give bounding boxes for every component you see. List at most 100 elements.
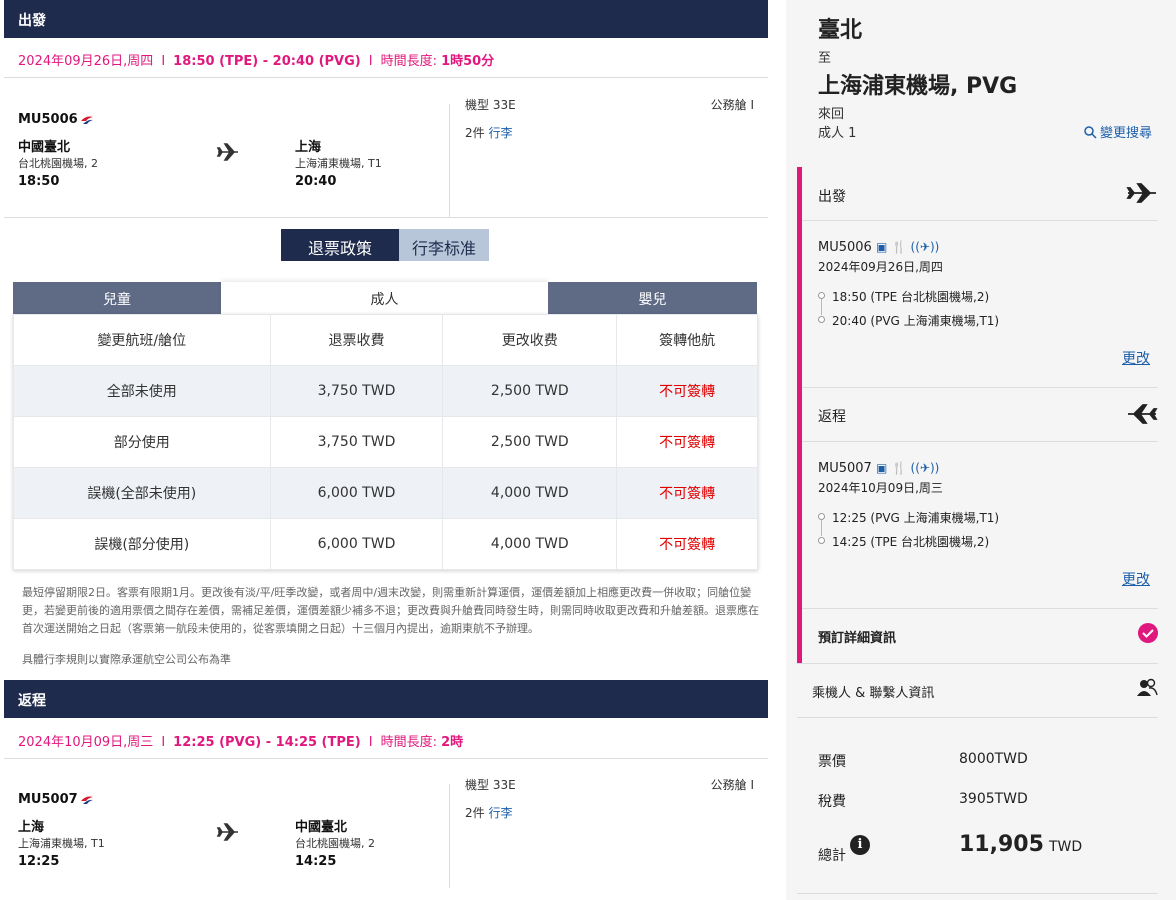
divider [449,784,450,888]
to-word: 至 [818,51,832,66]
inbound-from-city: 上海 [18,820,45,835]
timeline-dot [818,292,825,299]
outbound-section-header: 出發 [4,0,768,38]
cell-endorse: 不可簽轉 [616,365,758,417]
plane-icon [216,823,238,841]
summary-outbound-title: 出發 [818,189,846,205]
inbound-flight-card: MU5007 上海 上海浦東機場, T1 12:25 中國臺北 台北桃園機場, … [4,772,768,898]
summary-outbound-flight: MU5006 ▣ 🍴 ((✈)) [818,240,940,255]
cell-condition: 全部未使用 [13,365,271,417]
wifi-icon: ▣ [875,461,888,475]
airline-logo-icon [80,796,93,804]
timeline-line [821,520,822,536]
plane-depart-icon [1126,183,1156,203]
timeline-dot [818,513,825,520]
trip-type: 來回 [818,107,845,122]
booking-details-title[interactable]: 預訂詳細資訊 [818,627,896,646]
cell-refund-fee: 3,750 TWD [269,416,444,468]
outbound-dep-time: 18:50 [18,174,60,189]
outbound-summary-line: 2024年09月26日,周四 I 18:50 (TPE) - 20:40 (PVG)… [4,38,768,78]
cell-condition: 誤機(全部未使用) [13,467,271,519]
outbound-from-city: 中國臺北 [18,140,71,155]
cell-refund-fee: 3,750 TWD [269,365,444,417]
outbound-baggage-link[interactable]: 行李 [488,126,512,140]
outbound-flight-number: MU5006 [18,112,94,127]
outbound-date: 2024年09月26日,周四 [18,54,154,69]
cell-change-fee: 2,500 TWD [442,365,618,417]
divider [797,663,1158,664]
flight-details-panel: 出發 2024年09月26日,周四 I 18:50 (TPE) - 20:40 (P… [0,0,772,900]
total-currency: TWD [1049,839,1083,855]
outbound-from-airport: 台北桃園機場, 2 [18,157,98,170]
summary-inbound-dep: 12:25 (PVG 上海浦東機場,T1) [832,511,1000,525]
summary-outbound-arr: 20:40 (PVG 上海浦東機場,T1) [832,314,1000,328]
users-icon [1137,678,1158,696]
tab-infant[interactable]: 嬰兒 [548,282,757,314]
policy-note: 最短停留期限2日。客票有限期1月。更改後有淡/平/旺季改變，或者周中/週末改變，… [22,586,759,635]
col-header-change: 變更航班/艙位 [13,314,271,366]
info-icon[interactable]: i [850,835,870,855]
col-header-change-fee: 更改收费 [442,314,618,366]
inbound-cabin: 公務艙 I [710,778,754,792]
table-row: 誤機(部分使用) 6,000 TWD 4,000 TWD 不可簽轉 [13,518,758,570]
divider [802,608,1158,609]
tax-label: 稅費 [818,794,846,810]
total-label: 總計 [818,848,846,864]
tab-child[interactable]: 兒童 [13,282,221,314]
inbound-duration-label: 時間長度: [380,735,437,750]
outbound-duration: 1時50分 [441,54,495,69]
divider [802,220,1158,221]
passenger-info-title[interactable]: 乘機人 & 聯繫人資訊 [812,682,934,701]
outbound-baggage: 2件 行李 [465,126,513,140]
inbound-time-range: 12:25 (PVG) - 14:25 (TPE) [173,735,361,750]
divider [802,387,1158,388]
cell-endorse: 不可簽轉 [616,518,758,570]
summary-inbound-title: 返程 [818,409,846,425]
tax-value: 3905TWD [959,791,1028,807]
inbound-duration: 2時 [441,735,464,750]
cell-refund-fee: 6,000 TWD [269,518,444,570]
timeline-line [821,299,822,315]
meal-icon: 🍴 [891,240,907,254]
outbound-cabin: 公務艙 I [710,98,754,112]
outbound-to-city: 上海 [295,140,322,155]
change-inbound-link[interactable]: 更改 [1122,569,1150,589]
divider [449,104,450,218]
cell-endorse: 不可簽轉 [616,467,758,519]
table-row: 誤機(全部未使用) 6,000 TWD 4,000 TWD 不可簽轉 [13,467,758,519]
check-circle-icon [1138,623,1158,643]
outbound-to-airport: 上海浦東機場, T1 [295,157,382,170]
inbound-summary-line: 2024年10月09日,周三 I 12:25 (PVG) - 14:25 (TPE)… [4,719,768,759]
cell-change-fee: 4,000 TWD [442,518,618,570]
plane-icon [216,143,238,161]
inbound-to-city: 中國臺北 [295,820,348,835]
summary-outbound-date: 2024年09月26日,周四 [818,260,943,274]
inbound-arr-time: 14:25 [295,854,337,869]
change-outbound-link[interactable]: 更改 [1122,348,1150,368]
inbound-from-airport: 上海浦東機場, T1 [18,837,105,850]
inbound-baggage-link[interactable]: 行李 [488,806,512,820]
inbound-aircraft: 機型 33E [465,778,516,792]
inflight-signal-icon: ((✈)) [910,461,940,475]
change-search-link[interactable]: 變更搜尋 [1084,122,1152,141]
cell-change-fee: 2,500 TWD [442,416,618,468]
refund-policy-tab[interactable]: 退票政策 [281,229,399,261]
cell-condition: 部分使用 [13,416,271,468]
table-header-row: 變更航班/艙位 退票收費 更改收费 簽轉他航 [13,314,758,366]
inbound-flight-number: MU5007 [18,792,94,807]
airline-logo-icon [80,116,93,124]
trip-summary-panel: 臺北 至 上海浦東機場, PVG 來回 成人 1 變更搜尋 出發 MU5006 … [786,0,1176,900]
baggage-standard-tab[interactable]: 行李标准 [399,229,489,261]
inbound-section-title: 返程 [18,693,46,709]
plane-return-icon [1128,404,1158,424]
summary-inbound-date: 2024年10月09日,周三 [818,481,943,495]
cell-condition: 誤機(部分使用) [13,518,271,570]
timeline-dot [818,537,825,544]
tab-adult[interactable]: 成人 [221,282,548,314]
divider [797,717,1158,718]
total-price: 11,905 TWD [959,832,1083,857]
destination-city: 上海浦東機場, PVG [818,74,1018,99]
col-header-endorse: 簽轉他航 [616,314,758,366]
wifi-icon: ▣ [875,240,888,254]
refund-policy-table: 變更航班/艙位 退票收費 更改收费 簽轉他航 全部未使用 3,750 TWD 2… [13,314,758,570]
